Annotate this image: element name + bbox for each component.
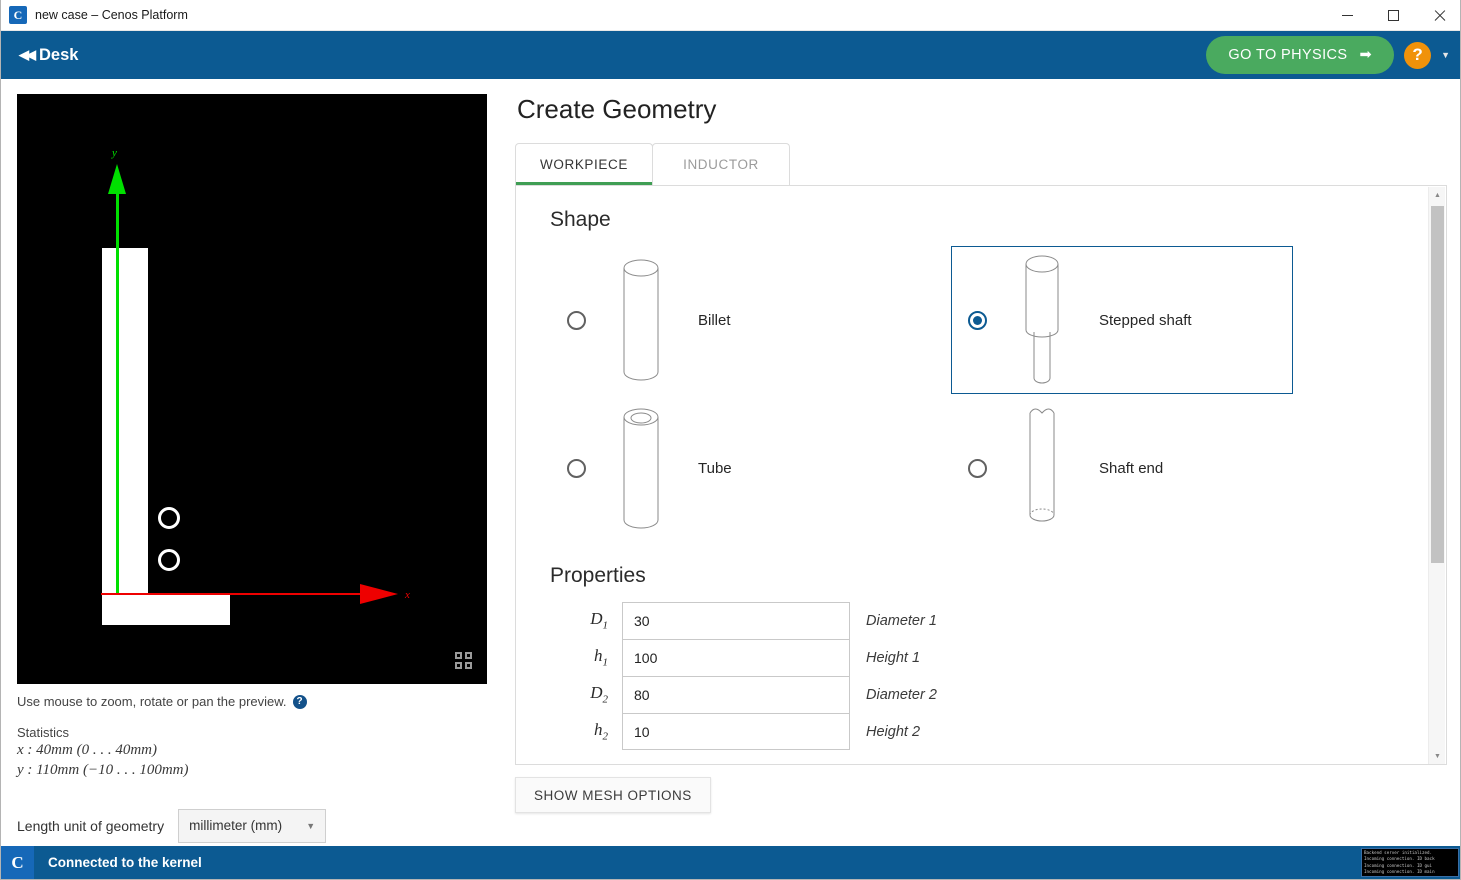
preview-hint-text: Use mouse to zoom, rotate or pan the pre…: [17, 694, 287, 709]
y-axis-arrowhead-icon: [108, 164, 126, 194]
shape-label-stepped-shaft: Stepped shaft: [1099, 311, 1192, 329]
property-desc-diameter-1: Diameter 1: [866, 612, 937, 629]
close-icon: [1433, 9, 1446, 22]
application-window: C new case – Cenos Platform ◀◀ Desk GO T…: [0, 0, 1461, 880]
preview-hint: Use mouse to zoom, rotate or pan the pre…: [17, 694, 487, 709]
shape-label-tube: Tube: [698, 459, 732, 477]
shape-option-stepped-shaft[interactable]: Stepped shaft: [951, 246, 1293, 394]
kernel-log-terminal[interactable]: Backend server initialized. Incoming con…: [1361, 848, 1459, 877]
shape-option-tube[interactable]: Tube: [550, 394, 950, 542]
property-symbol-d2: D2: [590, 683, 608, 706]
maximize-button[interactable]: [1370, 0, 1416, 31]
radio-billet[interactable]: [567, 310, 586, 330]
length-unit-value: millimeter (mm): [189, 818, 283, 833]
scroll-up-icon[interactable]: ▲: [1429, 187, 1446, 204]
help-icon[interactable]: ?: [292, 694, 307, 709]
geometry-node-marker: [158, 507, 180, 529]
statistics-line-x: x : 40mm (0 . . . 40mm): [17, 742, 157, 758]
x-axis-label: x: [405, 589, 410, 601]
arrow-right-icon: ➡: [1359, 47, 1373, 63]
property-desc-diameter-2: Diameter 2: [866, 686, 937, 703]
minimize-icon: [1341, 14, 1353, 16]
back-arrows-icon: ◀◀: [19, 47, 36, 62]
y-axis-line: [116, 184, 119, 594]
property-input-diameter-2[interactable]: [622, 676, 850, 713]
scrollbar-thumb[interactable]: [1431, 206, 1444, 563]
radio-shaft-end[interactable]: [968, 458, 987, 478]
cenos-logo-icon: C: [1, 846, 34, 879]
length-unit-select[interactable]: millimeter (mm) ▼: [178, 808, 327, 843]
header-actions: GO TO PHYSICS ➡ ? ▼: [1206, 36, 1450, 74]
tab-inductor[interactable]: INDUCTOR: [652, 143, 790, 185]
y-axis-label: y: [112, 147, 117, 159]
x-axis-arrowhead-icon: [360, 584, 398, 604]
workpiece-panel: Shape Billet Stepped shaft Tube Shaft en…: [515, 185, 1447, 765]
property-desc-height-2: Height 2: [866, 723, 921, 740]
go-to-physics-label: GO TO PHYSICS: [1228, 47, 1348, 63]
go-to-physics-button[interactable]: GO TO PHYSICS ➡: [1206, 36, 1395, 74]
length-unit-label: Length unit of geometry: [17, 817, 165, 834]
property-symbol-h2: h2: [594, 720, 608, 743]
property-row-diameter-1: D1 Diameter 1: [550, 602, 1416, 639]
geometry-node-marker: [158, 549, 180, 571]
desk-label: Desk: [39, 45, 79, 64]
tab-workpiece[interactable]: WORKPIECE: [515, 143, 653, 185]
property-row-height-1: h1 Height 1: [550, 639, 1416, 676]
workpiece-upper-section: [102, 248, 148, 594]
status-bar: C Connected to the kernel Backend server…: [1, 846, 1460, 879]
property-symbol-d1: D1: [590, 609, 608, 632]
close-button[interactable]: [1416, 0, 1460, 31]
chevron-down-icon[interactable]: ▼: [1441, 50, 1450, 60]
maximize-icon: [1387, 9, 1399, 21]
window-controls: [1324, 0, 1460, 31]
settings-column: Create Geometry WORKPIECE INDUCTOR Shape: [515, 94, 1447, 813]
page-title: Create Geometry: [517, 94, 717, 124]
connection-status-text: Connected to the kernel: [48, 855, 202, 870]
shape-section-title: Shape: [550, 208, 611, 231]
shape-label-billet: Billet: [698, 311, 731, 329]
minimize-button[interactable]: [1324, 0, 1370, 31]
fullscreen-icon[interactable]: [455, 652, 472, 669]
stepped-shaft-icon: [1013, 252, 1071, 388]
log-line: Incoming connection. ID main: [1364, 869, 1435, 875]
desk-back-button[interactable]: ◀◀ Desk: [15, 42, 82, 69]
window-titlebar: C new case – Cenos Platform: [1, 0, 1460, 31]
tube-icon: [612, 404, 670, 532]
chevron-down-icon: ▼: [306, 820, 316, 831]
property-input-height-1[interactable]: [622, 639, 850, 676]
show-mesh-options-button[interactable]: SHOW MESH OPTIONS: [515, 777, 711, 813]
preview-column: y x Use mouse to zoom, rotate or pan the…: [17, 94, 487, 843]
window-title: new case – Cenos Platform: [35, 8, 188, 22]
property-input-diameter-1[interactable]: [622, 602, 850, 639]
mesh-actions: SHOW MESH OPTIONS: [515, 777, 1447, 813]
property-desc-height-1: Height 1: [866, 649, 921, 666]
cylinder-icon: [612, 256, 670, 384]
panel-scrollbar[interactable]: ▲ ▼: [1428, 187, 1446, 764]
property-row-height-2: h2 Height 2: [550, 713, 1416, 750]
radio-tube[interactable]: [567, 458, 586, 478]
statistics-line-y: y : 110mm (−10 . . . 100mm): [17, 762, 189, 779]
shape-option-shaft-end[interactable]: Shaft end: [951, 394, 1293, 542]
tab-bar: WORKPIECE INDUCTOR: [515, 143, 1447, 185]
shaft-end-icon: [1013, 403, 1071, 533]
app-header: ◀◀ Desk GO TO PHYSICS ➡ ? ▼: [1, 31, 1460, 79]
workpiece-lower-section: [102, 594, 230, 625]
help-button[interactable]: ?: [1404, 41, 1432, 69]
scroll-down-icon[interactable]: ▼: [1429, 748, 1446, 764]
radio-stepped-shaft[interactable]: [968, 310, 987, 330]
x-axis-line: [101, 592, 363, 595]
shape-option-billet[interactable]: Billet: [550, 246, 950, 394]
app-logo-icon: C: [9, 6, 27, 24]
property-symbol-h1: h1: [594, 646, 608, 669]
property-row-diameter-2: D2 Diameter 2: [550, 676, 1416, 713]
properties-table: D1 Diameter 1 h1 Height 1 D2 Diameter 2: [550, 602, 1416, 750]
properties-section-title: Properties: [550, 564, 646, 587]
shape-options-grid: Billet Stepped shaft Tube Shaft end: [550, 246, 1416, 542]
length-unit-row: Length unit of geometry millimeter (mm) …: [17, 808, 487, 843]
geometry-preview-viewport[interactable]: y x: [17, 94, 487, 684]
property-input-height-2[interactable]: [622, 713, 850, 750]
shape-label-shaft-end: Shaft end: [1099, 459, 1164, 477]
statistics-heading: Statistics: [17, 725, 70, 740]
